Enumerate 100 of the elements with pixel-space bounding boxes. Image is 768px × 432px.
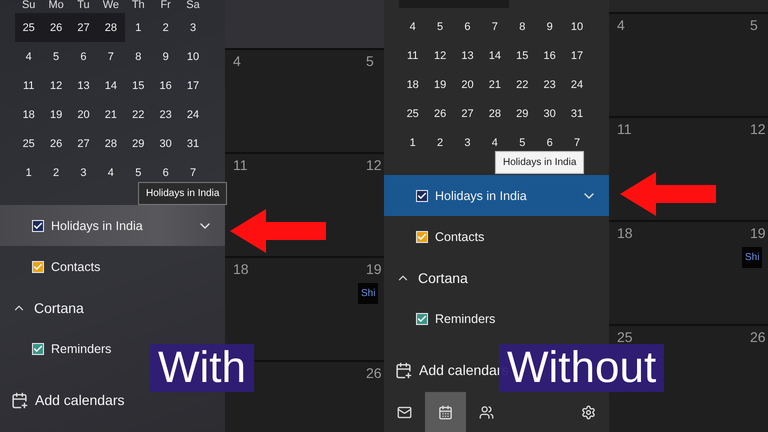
day-cell[interactable]: 18 — [15, 100, 42, 129]
day-cell[interactable]: 6 — [70, 42, 98, 71]
event-chip[interactable]: Shi — [742, 247, 762, 268]
checkbox[interactable] — [416, 190, 428, 202]
day-cell[interactable]: 13 — [454, 41, 482, 70]
day-cell[interactable]: 30 — [536, 99, 564, 128]
day-cell[interactable]: 25 — [15, 13, 42, 42]
calendar-item[interactable]: Holidays in India — [0, 205, 225, 246]
day-cell[interactable]: 12 — [426, 41, 454, 70]
day-cell[interactable]: 10 — [179, 42, 207, 71]
date-number: 25 — [617, 329, 633, 345]
day-cell[interactable]: 7 — [481, 12, 509, 41]
day-cell[interactable]: 24 — [179, 100, 207, 129]
day-cell[interactable]: 30 — [152, 129, 180, 158]
checkbox[interactable] — [32, 342, 44, 354]
day-cell[interactable]: 5 — [42, 42, 70, 71]
day-cell[interactable]: 13 — [70, 71, 98, 100]
day-cell[interactable]: 24 — [563, 70, 591, 99]
day-cell[interactable]: 25 — [399, 99, 426, 128]
day-cell[interactable]: 26 — [42, 13, 70, 42]
day-cell[interactable]: 21 — [481, 70, 509, 99]
day-cell[interactable]: 11 — [399, 41, 426, 70]
day-cell[interactable]: 23 — [536, 70, 564, 99]
day-cell[interactable]: 25 — [15, 129, 42, 158]
day-cell[interactable]: 29 — [124, 129, 152, 158]
arrow-icon — [620, 172, 716, 216]
weekday-label: Su — [20, 0, 36, 13]
day-cell[interactable]: 21 — [97, 100, 125, 129]
day-cell[interactable]: 26 — [426, 99, 454, 128]
weekday-label: Tu — [76, 0, 91, 13]
day-cell[interactable]: 3 — [179, 13, 207, 42]
date-number: 12 — [750, 121, 766, 137]
day-cell[interactable]: 12 — [42, 71, 70, 100]
day-cell[interactable]: 27 — [70, 13, 98, 42]
day-cell[interactable]: 27 — [70, 129, 98, 158]
weekday-label: Mo — [47, 0, 65, 13]
day-cell[interactable]: 29 — [508, 99, 536, 128]
checkbox[interactable] — [32, 220, 44, 232]
check-icon — [33, 220, 43, 230]
weekday-label: Th — [130, 0, 146, 13]
day-cell[interactable]: 15 — [124, 71, 152, 100]
group-heading[interactable]: Cortana — [418, 270, 468, 286]
day-cell[interactable]: 4 — [399, 12, 426, 41]
day-cell[interactable]: 4 — [15, 42, 42, 71]
day-cell[interactable]: 22 — [124, 100, 152, 129]
day-cell[interactable]: 15 — [508, 41, 536, 70]
day-cell[interactable]: 6 — [454, 12, 482, 41]
day-cell[interactable]: 1 — [15, 158, 42, 187]
day-cell[interactable]: 4 — [97, 158, 125, 187]
day-cell[interactable]: 31 — [563, 99, 591, 128]
day-cell[interactable]: 8 — [508, 12, 536, 41]
day-cell[interactable]: 9 — [536, 12, 564, 41]
calendar-tab[interactable] — [425, 392, 466, 432]
date-number: 4 — [617, 17, 625, 33]
day-cell[interactable]: 22 — [508, 70, 536, 99]
calendar-item[interactable]: Reminders — [384, 298, 508, 339]
calendar-item[interactable]: Contacts — [384, 216, 496, 257]
day-cell[interactable]: 20 — [70, 100, 98, 129]
day-cell[interactable]: 23 — [152, 100, 180, 129]
day-cell[interactable]: 28 — [97, 13, 125, 42]
group-heading[interactable]: Cortana — [34, 300, 84, 316]
day-cell[interactable]: 20 — [454, 70, 482, 99]
day-cell[interactable]: 2 — [42, 158, 70, 187]
calendar-item[interactable]: Holidays in India — [384, 175, 609, 216]
add-calendars-link[interactable]: Add calendars — [35, 392, 125, 408]
day-cell[interactable]: 27 — [454, 99, 482, 128]
date-number: 19 — [366, 261, 382, 277]
day-cell[interactable]: 28 — [97, 129, 125, 158]
day-cell[interactable]: 31 — [179, 129, 207, 158]
day-cell[interactable]: 5 — [426, 12, 454, 41]
day-cell[interactable]: 1 — [399, 128, 426, 157]
day-cell[interactable]: 3 — [70, 158, 98, 187]
day-cell[interactable]: 16 — [152, 71, 180, 100]
day-cell[interactable]: 17 — [563, 41, 591, 70]
check-icon — [417, 190, 427, 200]
tooltip: Holidays in India — [138, 182, 228, 205]
calendar-item[interactable]: Contacts — [0, 246, 112, 287]
day-cell[interactable]: 1 — [124, 13, 152, 42]
day-cell[interactable]: 18 — [399, 70, 426, 99]
day-cell[interactable]: 3 — [454, 128, 482, 157]
day-cell[interactable]: 26 — [42, 129, 70, 158]
day-cell[interactable]: 2 — [152, 13, 180, 42]
checkbox[interactable] — [32, 260, 44, 272]
day-cell[interactable]: 19 — [426, 70, 454, 99]
calendar-item[interactable]: Reminders — [0, 328, 124, 369]
checkbox[interactable] — [416, 230, 428, 242]
event-chip[interactable]: Shi — [358, 283, 378, 304]
checkbox[interactable] — [416, 312, 428, 324]
day-cell[interactable]: 16 — [536, 41, 564, 70]
day-cell[interactable]: 11 — [15, 71, 42, 100]
day-cell[interactable]: 8 — [124, 42, 152, 71]
day-cell[interactable]: 14 — [481, 41, 509, 70]
day-cell[interactable]: 9 — [152, 42, 180, 71]
day-cell[interactable]: 2 — [426, 128, 454, 157]
day-cell[interactable]: 14 — [97, 71, 125, 100]
day-cell[interactable]: 19 — [42, 100, 70, 129]
day-cell[interactable]: 17 — [179, 71, 207, 100]
day-cell[interactable]: 28 — [481, 99, 509, 128]
day-cell[interactable]: 7 — [97, 42, 125, 71]
day-cell[interactable]: 10 — [563, 12, 591, 41]
